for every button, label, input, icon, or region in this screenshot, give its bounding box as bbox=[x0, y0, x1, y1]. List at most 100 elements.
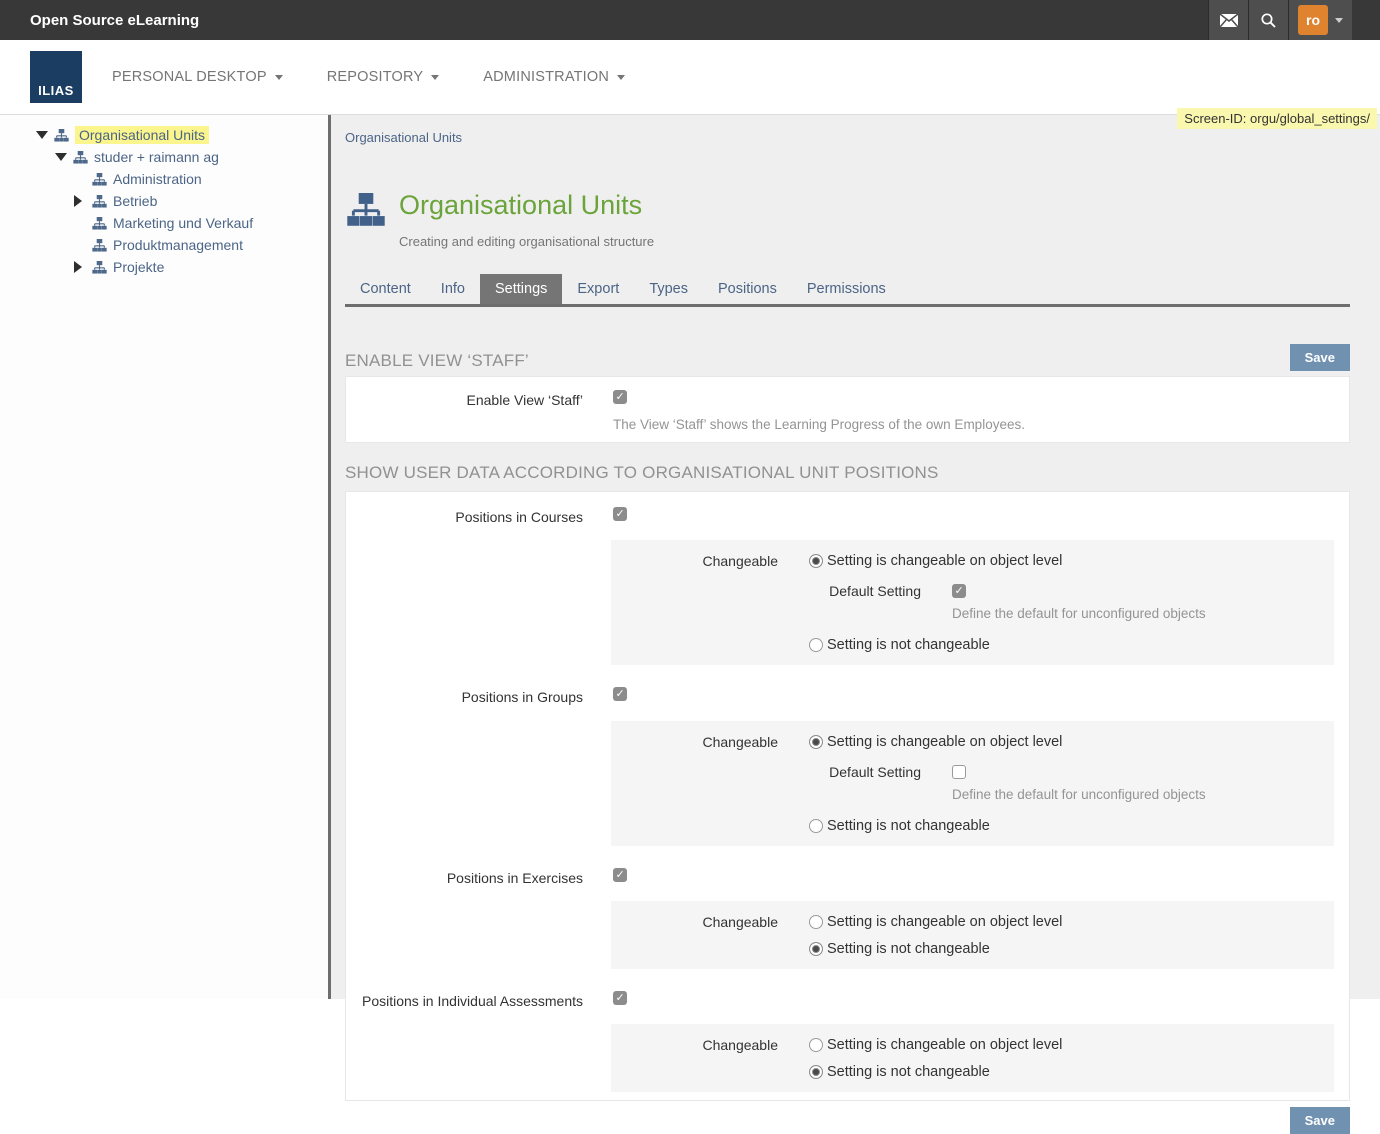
avatar[interactable]: ro bbox=[1298, 5, 1328, 35]
radio-icon[interactable] bbox=[809, 1038, 823, 1052]
radio-option-changeable[interactable]: Setting is changeable on object level bbox=[809, 1037, 1062, 1053]
orgunit-icon bbox=[92, 239, 107, 252]
positions-in-individual-assessments-checkbox[interactable] bbox=[613, 991, 627, 1005]
topbar-actions: ro bbox=[1208, 0, 1352, 40]
radio-label: Setting is not changeable bbox=[827, 818, 990, 834]
screen-id-badge: Screen-ID: orgu/global_settings/ bbox=[1177, 108, 1377, 129]
default-setting-label: Default Setting bbox=[611, 764, 921, 780]
default-setting-checkbox[interactable] bbox=[952, 765, 966, 779]
courses-subpanel: Changeable Setting is changeable on obje… bbox=[611, 540, 1334, 665]
radio-option-changeable[interactable]: Setting is changeable on object level bbox=[809, 553, 1062, 569]
save-button[interactable]: Save bbox=[1290, 1107, 1350, 1134]
orgunit-icon bbox=[92, 261, 107, 274]
field-label: Positions in Courses bbox=[346, 507, 583, 527]
tab-content[interactable]: Content bbox=[345, 274, 426, 304]
tree-item-organisational-units[interactable]: Organisational Units bbox=[0, 124, 328, 146]
radio-option-not-changeable[interactable]: Setting is not changeable bbox=[809, 818, 990, 834]
radio-option-changeable[interactable]: Setting is changeable on object level bbox=[809, 914, 1062, 930]
tab-permissions[interactable]: Permissions bbox=[792, 274, 901, 304]
radio-icon[interactable] bbox=[809, 1065, 823, 1079]
default-setting-byline: Define the default for unconfigured obje… bbox=[952, 606, 1334, 621]
radio-icon[interactable] bbox=[809, 915, 823, 929]
default-setting-byline: Define the default for unconfigured obje… bbox=[952, 787, 1334, 802]
radio-option-not-changeable[interactable]: Setting is not changeable bbox=[809, 1064, 990, 1080]
enable-view-staff-checkbox[interactable] bbox=[613, 390, 627, 404]
nav-repository[interactable]: REPOSITORY bbox=[327, 69, 440, 85]
field-byline: The View ‘Staff’ shows the Learning Prog… bbox=[613, 417, 1025, 432]
changeable-label: Changeable bbox=[611, 553, 778, 569]
user-menu-button[interactable]: ro bbox=[1288, 0, 1352, 40]
orgunit-icon bbox=[92, 195, 107, 208]
save-button[interactable]: Save bbox=[1290, 344, 1350, 371]
radio-label: Setting is changeable on object level bbox=[827, 734, 1062, 750]
tree-item-marketing-und-verkauf[interactable]: Marketing und Verkauf bbox=[0, 212, 328, 234]
top-bar: Open Source eLearning ro bbox=[0, 0, 1380, 40]
position-block-exercises: Positions in Exercises Changeable Settin… bbox=[346, 868, 1349, 969]
nav-administration[interactable]: ADMINISTRATION bbox=[483, 69, 625, 85]
tree-item-label[interactable]: Betrieb bbox=[113, 193, 157, 209]
bottom-save-row: Save bbox=[345, 1107, 1350, 1134]
position-block-groups: Positions in Groups Changeable Setting i… bbox=[346, 687, 1349, 845]
radio-option-not-changeable[interactable]: Setting is not changeable bbox=[809, 637, 990, 653]
section-positions-header: SHOW USER DATA ACCORDING TO ORGANISATION… bbox=[345, 463, 1350, 483]
nav-personal-desktop[interactable]: PERSONAL DESKTOP bbox=[112, 69, 283, 85]
default-setting-label: Default Setting bbox=[611, 583, 921, 599]
radio-icon[interactable] bbox=[809, 735, 823, 749]
default-setting-checkbox[interactable] bbox=[952, 584, 966, 598]
search-icon bbox=[1260, 12, 1277, 29]
tree-item-label[interactable]: studer + raimann ag bbox=[94, 149, 219, 165]
tree-item-label[interactable]: Marketing und Verkauf bbox=[113, 215, 253, 231]
search-button[interactable] bbox=[1248, 0, 1288, 40]
tree-item-studer-raimann-ag[interactable]: studer + raimann ag bbox=[0, 146, 328, 168]
chevron-down-icon bbox=[1335, 18, 1343, 23]
main-wrap: Organisational Units studer + raimann ag… bbox=[0, 115, 1380, 999]
positions-panel: Positions in Courses Changeable Setting … bbox=[345, 491, 1350, 1101]
orgunit-icon bbox=[92, 173, 107, 186]
tree-item-label[interactable]: Administration bbox=[113, 171, 202, 187]
collapse-arrow-icon[interactable] bbox=[36, 131, 50, 139]
mail-icon bbox=[1220, 14, 1238, 27]
tab-bar: Content Info Settings Export Types Posit… bbox=[345, 274, 1350, 307]
tab-types[interactable]: Types bbox=[634, 274, 703, 304]
expand-arrow-icon[interactable] bbox=[74, 195, 88, 207]
positions-in-courses-checkbox[interactable] bbox=[613, 507, 627, 521]
radio-icon[interactable] bbox=[809, 942, 823, 956]
tab-positions[interactable]: Positions bbox=[703, 274, 792, 304]
radio-label: Setting is changeable on object level bbox=[827, 1037, 1062, 1053]
tree-item-administration[interactable]: Administration bbox=[0, 168, 328, 190]
tree-item-projekte[interactable]: Projekte bbox=[0, 256, 328, 278]
nav-personal-desktop-label: PERSONAL DESKTOP bbox=[112, 69, 267, 85]
tab-settings[interactable]: Settings bbox=[480, 274, 562, 304]
section-enable-staff-header: ENABLE VIEW ‘STAFF’ Save bbox=[345, 344, 1350, 371]
expand-arrow-icon[interactable] bbox=[74, 261, 88, 273]
tab-export[interactable]: Export bbox=[562, 274, 634, 304]
field-label: Positions in Exercises bbox=[346, 868, 583, 888]
tree-item-betrieb[interactable]: Betrieb bbox=[0, 190, 328, 212]
collapse-arrow-icon[interactable] bbox=[55, 153, 69, 161]
radio-option-changeable[interactable]: Setting is changeable on object level bbox=[809, 734, 1062, 750]
radio-option-not-changeable[interactable]: Setting is not changeable bbox=[809, 941, 990, 957]
radio-icon[interactable] bbox=[809, 554, 823, 568]
positions-in-exercises-checkbox[interactable] bbox=[613, 868, 627, 882]
orgunit-icon bbox=[54, 129, 69, 142]
content-area: Organisational Units Organisational Unit… bbox=[331, 115, 1380, 999]
orgunit-icon bbox=[73, 151, 88, 164]
mail-button[interactable] bbox=[1208, 0, 1248, 40]
individual-assessments-subpanel: Changeable Setting is changeable on obje… bbox=[611, 1024, 1334, 1092]
radio-icon[interactable] bbox=[809, 638, 823, 652]
nav-administration-label: ADMINISTRATION bbox=[483, 69, 609, 85]
tree-item-label[interactable]: Organisational Units bbox=[75, 126, 209, 144]
positions-in-groups-checkbox[interactable] bbox=[613, 687, 627, 701]
breadcrumb[interactable]: Organisational Units bbox=[345, 130, 462, 145]
chevron-down-icon bbox=[431, 75, 439, 80]
tab-info[interactable]: Info bbox=[426, 274, 480, 304]
ilias-logo[interactable]: ILIAS bbox=[30, 51, 82, 103]
tree-item-label[interactable]: Produktmanagement bbox=[113, 237, 243, 253]
radio-icon[interactable] bbox=[809, 819, 823, 833]
page-subtitle: Creating and editing organisational stru… bbox=[399, 234, 1350, 249]
position-block-courses: Positions in Courses Changeable Setting … bbox=[346, 507, 1349, 665]
position-block-individual-assessments: Positions in Individual Assessments Chan… bbox=[346, 991, 1349, 1092]
tree-item-produktmanagement[interactable]: Produktmanagement bbox=[0, 234, 328, 256]
page-title: Organisational Units bbox=[399, 191, 642, 221]
tree-item-label[interactable]: Projekte bbox=[113, 259, 164, 275]
